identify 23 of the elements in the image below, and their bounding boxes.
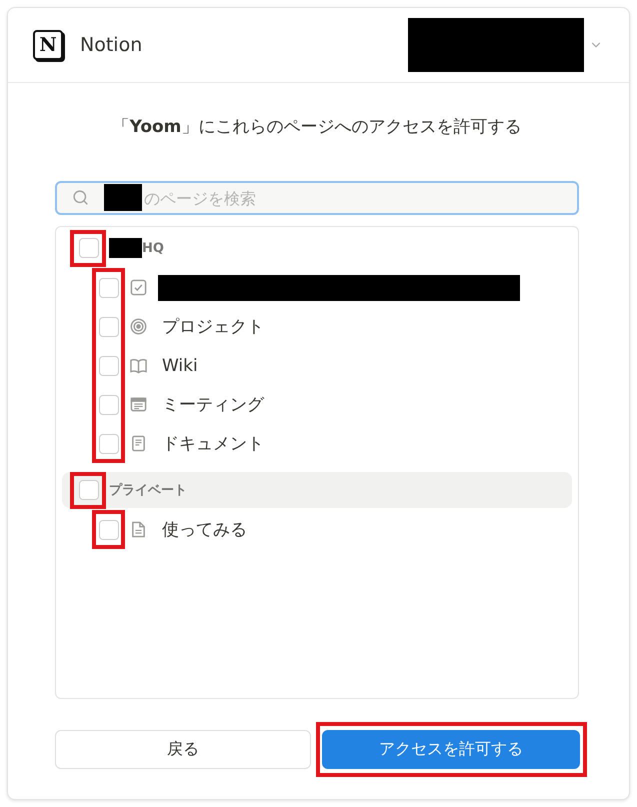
page-title: 使ってみる [162,519,247,541]
allow-access-button[interactable]: アクセスを許可する [322,730,580,769]
checkbox[interactable] [99,394,119,414]
checkbox[interactable] [99,316,119,336]
checkbox[interactable] [79,480,99,500]
checkbox[interactable] [99,356,119,376]
checkbox[interactable] [79,238,99,258]
workspace-name: プライベート [109,482,187,499]
search-icon [72,189,89,206]
page-title: ミーティング [162,394,264,416]
access-prompt: 「Yoom」にこれらのページへのアクセスを許可する [112,116,522,139]
checkbox[interactable] [99,520,119,540]
page-title: ドキュメント [162,433,264,455]
app-name: Notion [80,34,142,56]
workspace-row[interactable]: プライベート [62,472,572,508]
app-logo: N [33,30,63,60]
workspace-name: HQ [142,240,164,256]
back-button[interactable]: 戻る [55,730,311,769]
page-title: Wiki [162,356,198,376]
page-title: プロジェクト [162,316,264,338]
checkbox[interactable] [99,434,119,454]
checkbox[interactable] [99,278,119,298]
search-field[interactable]: のページを検索 [55,181,579,215]
